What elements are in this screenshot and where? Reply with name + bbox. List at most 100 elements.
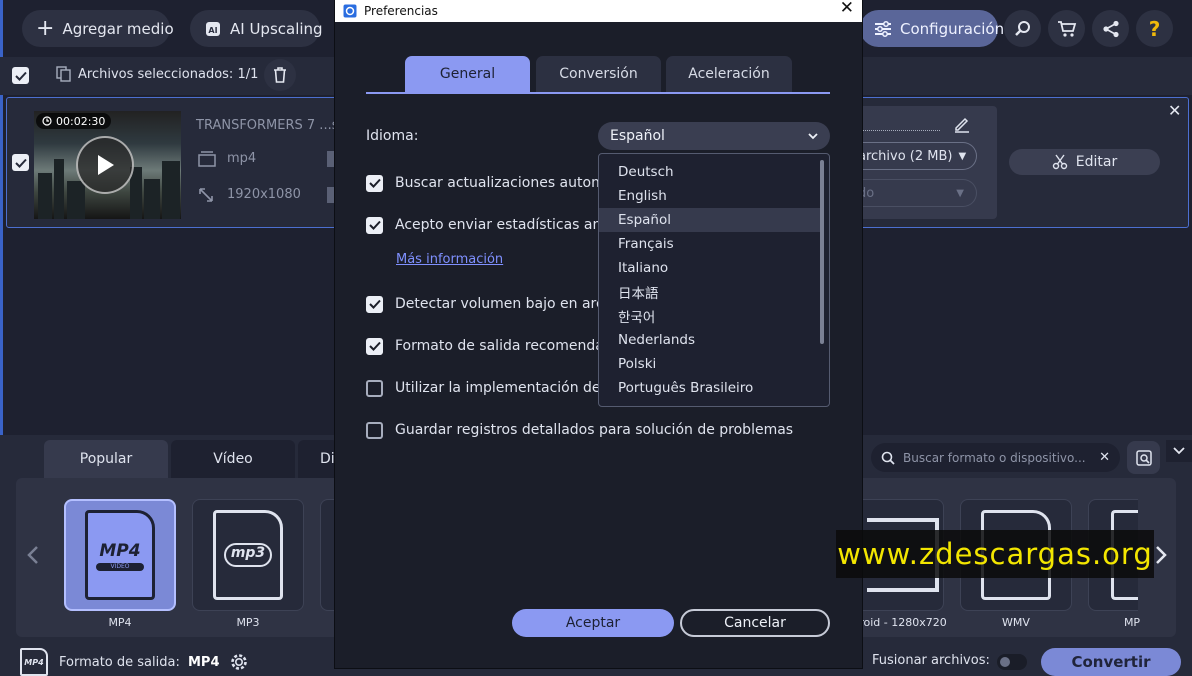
output-settings-panel: archivo (2 MB) ▼ do ▼: [840, 106, 997, 219]
chevron-left-icon[interactable]: [26, 545, 40, 565]
tab-video[interactable]: Vídeo: [171, 440, 295, 478]
cancel-button[interactable]: Cancelar: [680, 609, 830, 637]
truncated-icon: [327, 187, 335, 203]
option-send-statistics[interactable]: Acepto enviar estadísticas anó: [366, 215, 610, 235]
add-media-button[interactable]: + Agregar medio: [22, 10, 174, 47]
merge-files-toggle[interactable]: [997, 654, 1027, 670]
language-option-selected[interactable]: Español: [599, 208, 820, 232]
language-option[interactable]: Italiano: [599, 256, 820, 280]
format-label-mp-partial: MP: [1123, 616, 1141, 629]
format-card-mp3[interactable]: mp3: [192, 499, 304, 611]
format-card-mp4[interactable]: MP4 VIDEO: [64, 499, 176, 611]
edit-label: Editar: [1075, 154, 1118, 170]
file-checkbox[interactable]: [12, 154, 29, 171]
checkbox-unchecked[interactable]: [366, 421, 383, 439]
convert-button[interactable]: Convertir: [1041, 648, 1181, 676]
option-detailed-logs[interactable]: Guardar registros detallados para soluci…: [366, 420, 793, 440]
share-icon[interactable]: [1092, 10, 1129, 47]
help-icon[interactable]: ?: [1136, 10, 1173, 47]
format-label-android: roid - 1280x720: [859, 616, 947, 629]
output-format-icon: MP4: [20, 648, 48, 676]
accept-button[interactable]: Aceptar: [512, 609, 674, 637]
checkbox-checked[interactable]: [366, 337, 383, 355]
dropdown-scrollbar[interactable]: [820, 160, 824, 344]
format-search-input[interactable]: Buscar formato o dispositivo... ✕: [871, 443, 1120, 472]
language-option[interactable]: Nederlands: [599, 328, 820, 352]
language-option[interactable]: Deutsch: [599, 160, 820, 184]
option-implementation[interactable]: Utilizar la implementación de so: [366, 378, 621, 398]
trash-icon[interactable]: [264, 59, 296, 91]
checkbox-checked[interactable]: [366, 174, 383, 192]
pencil-icon[interactable]: [953, 115, 971, 133]
search-placeholder: Buscar formato o dispositivo...: [903, 450, 1086, 465]
dialog-titlebar: Preferencias ✕: [335, 0, 862, 22]
format-label-mp4: MP4: [108, 616, 132, 629]
play-icon[interactable]: [76, 136, 134, 194]
option-label: Buscar actualizaciones automá: [395, 175, 614, 191]
format-label-mp3: MP3: [236, 616, 260, 629]
device-detect-icon[interactable]: [1127, 441, 1160, 474]
configuration-button[interactable]: Configuración: [860, 10, 1004, 47]
option-label: Acepto enviar estadísticas anó: [395, 217, 610, 233]
option-recommended-format[interactable]: Formato de salida recomendad: [366, 336, 613, 356]
merge-files-label: Fusionar archivos:: [872, 653, 990, 668]
format-card-partial[interactable]: [320, 499, 334, 611]
duration-badge: 00:02:30: [36, 113, 112, 129]
output-format-value: MP4: [188, 655, 220, 670]
chevron-down-icon: ▼: [956, 187, 964, 199]
clear-icon[interactable]: ✕: [1099, 450, 1110, 465]
format-label-wmv: WMV: [1002, 616, 1030, 629]
scissors-icon: [1052, 154, 1068, 170]
chevron-down-icon: [808, 132, 818, 140]
checkbox-checked[interactable]: [366, 216, 383, 234]
close-icon[interactable]: ✕: [840, 0, 854, 18]
gear-icon[interactable]: [228, 651, 250, 673]
checkbox-checked[interactable]: [366, 295, 383, 313]
tab-devices[interactable]: Di: [298, 440, 338, 478]
language-option[interactable]: 한국어: [599, 304, 820, 328]
edit-button[interactable]: Editar: [1009, 149, 1160, 175]
preferences-dialog: Preferencias ✕ General Conversión Aceler…: [335, 0, 862, 668]
ai-upscaling-label: AI Upscaling: [230, 19, 323, 38]
language-option[interactable]: Polski: [599, 352, 820, 376]
search-icon[interactable]: [1004, 10, 1041, 47]
tab-conversion[interactable]: Conversión: [536, 56, 661, 92]
watermark: www.zdescargas.org: [836, 530, 1154, 578]
language-option[interactable]: English: [599, 184, 820, 208]
language-option[interactable]: Français: [599, 232, 820, 256]
option-low-volume[interactable]: Detectar volumen bajo en arch: [366, 294, 613, 314]
duration-text: 00:02:30: [56, 114, 106, 128]
option-label: Utilizar la implementación de so: [395, 380, 621, 396]
language-option[interactable]: Português Brasileiro: [599, 376, 820, 400]
close-icon[interactable]: ✕: [1168, 101, 1181, 120]
cart-icon[interactable]: [1048, 10, 1085, 47]
mp3-badge-text: mp3: [230, 545, 266, 561]
ai-upscaling-button[interactable]: AI AI Upscaling: [190, 10, 323, 47]
configuration-label: Configuración: [900, 19, 1005, 38]
svg-text:AI: AI: [208, 26, 217, 35]
tab-popular[interactable]: Popular: [44, 440, 168, 478]
file-title: TRANSFORMERS 7 ...sc: [196, 118, 346, 133]
sliders-icon: [874, 20, 892, 37]
mp4-file-icon: MP4 VIDEO: [85, 510, 155, 600]
mp4-badge-sub: VIDEO: [96, 563, 144, 571]
tab-general[interactable]: General: [405, 56, 530, 92]
output-format-label: Formato de salida:: [59, 655, 180, 670]
mp3-file-icon: mp3: [213, 510, 283, 600]
language-label: Idioma:: [366, 128, 419, 144]
chevron-right-icon[interactable]: [1154, 545, 1168, 565]
selected-files-count: Archivos seleccionados: 1/1: [78, 67, 259, 82]
tab-acceleration[interactable]: Aceleración: [666, 56, 792, 92]
option-label: Formato de salida recomendad: [395, 338, 613, 354]
files-icon: [56, 66, 72, 82]
chevron-down-icon: ▼: [958, 150, 967, 162]
output-size-text: archivo (2 MB): [858, 148, 953, 164]
option-auto-updates[interactable]: Buscar actualizaciones automá: [366, 173, 613, 193]
clock-icon: [42, 116, 52, 126]
language-select[interactable]: Español: [598, 122, 830, 150]
collapse-panel-icon[interactable]: [1166, 440, 1192, 462]
more-info-link[interactable]: Más información: [396, 252, 503, 267]
checkbox-unchecked[interactable]: [366, 379, 383, 397]
select-all-checkbox[interactable]: [12, 67, 29, 84]
language-option[interactable]: 日本語: [599, 280, 820, 304]
